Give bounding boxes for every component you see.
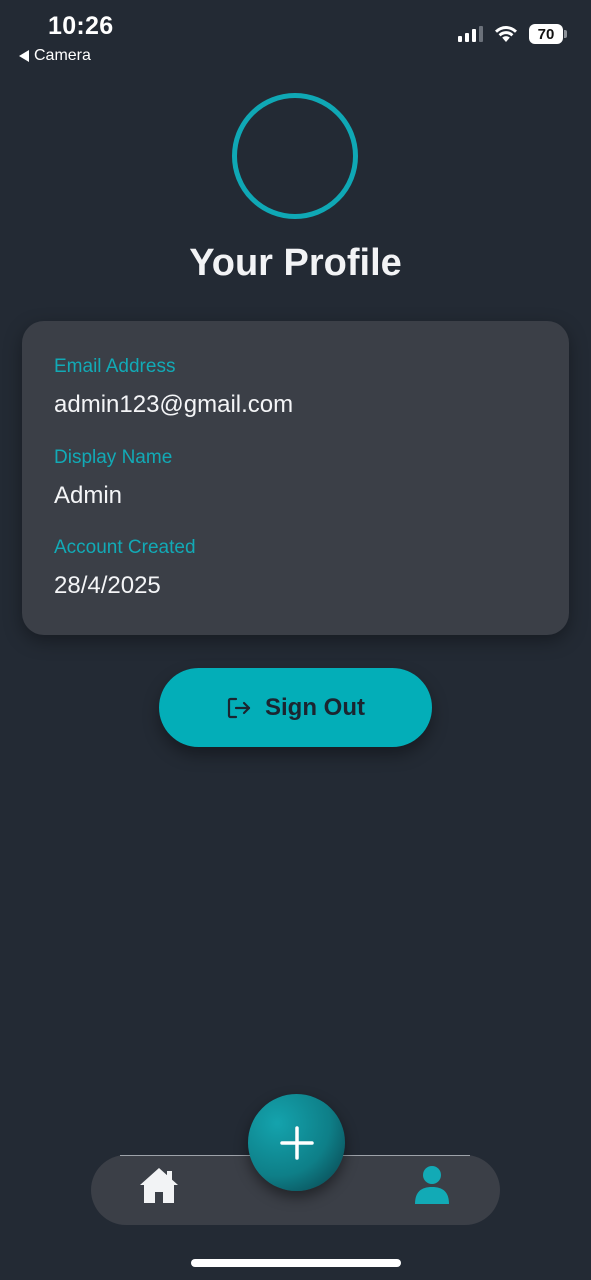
profile-avatar[interactable] xyxy=(232,93,358,219)
nav-home-button[interactable] xyxy=(138,1164,180,1211)
back-link-label: Camera xyxy=(34,47,91,64)
account-created-value: 28/4/2025 xyxy=(54,572,161,599)
profile-info-card: Email Address admin123@gmail.com Display… xyxy=(22,321,569,635)
battery-indicator: 70 xyxy=(529,24,567,44)
plus-icon xyxy=(279,1125,314,1160)
display-name-label: Display Name xyxy=(54,447,173,468)
add-button[interactable] xyxy=(248,1094,345,1191)
home-indicator[interactable] xyxy=(191,1259,401,1267)
email-label: Email Address xyxy=(54,356,176,377)
sign-out-button[interactable]: Sign Out xyxy=(159,668,432,747)
user-icon xyxy=(415,1166,449,1204)
email-value: admin123@gmail.com xyxy=(54,391,294,418)
status-indicators: 70 xyxy=(458,24,567,44)
wifi-icon xyxy=(495,26,517,42)
sign-out-label: Sign Out xyxy=(265,693,365,721)
page-title: Your Profile xyxy=(189,242,402,284)
cellular-signal-icon xyxy=(458,26,483,42)
back-to-camera-link[interactable]: Camera xyxy=(19,47,91,65)
nav-profile-button[interactable] xyxy=(413,1165,451,1210)
status-time: 10:26 xyxy=(48,12,114,40)
back-arrow-icon xyxy=(19,50,29,62)
home-icon xyxy=(140,1168,178,1203)
profile-screen: 10:26 Camera 70 Your Profile Email Addre… xyxy=(0,0,591,1280)
account-created-label: Account Created xyxy=(54,537,196,558)
logout-icon xyxy=(227,697,251,718)
display-name-value: Admin xyxy=(54,482,123,509)
